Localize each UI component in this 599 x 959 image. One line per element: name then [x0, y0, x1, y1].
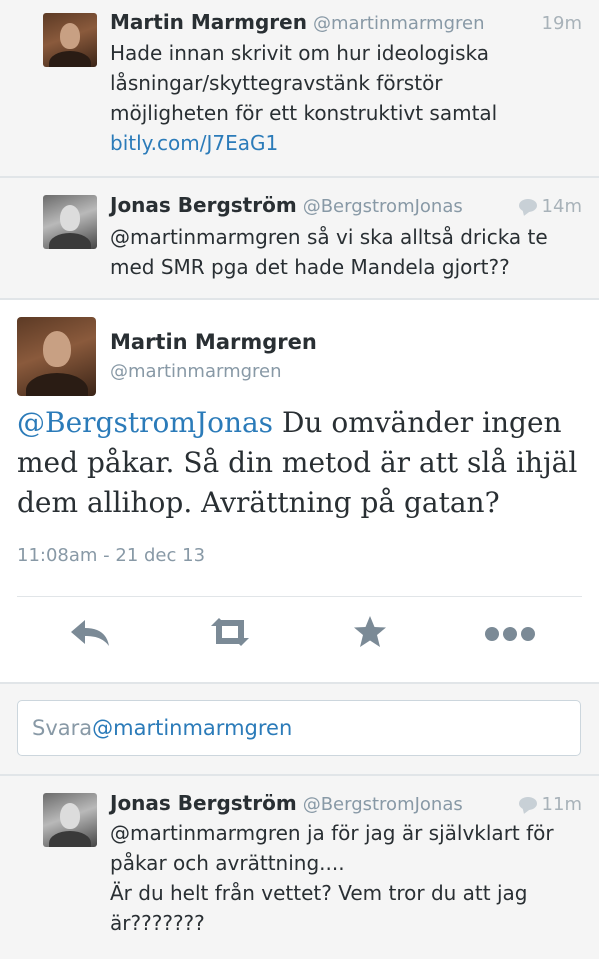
avatar[interactable] [43, 13, 97, 67]
favorite-button[interactable] [347, 612, 393, 652]
tweet-body: Hade innan skrivit om hur ideologiska lå… [110, 41, 498, 125]
author-name[interactable]: Martin Marmgren [110, 330, 317, 354]
avatar[interactable] [43, 195, 97, 249]
author-handle: @BergstromJonas [302, 794, 463, 815]
tweet-time-value: 11m [541, 794, 582, 815]
tweet-author: Jonas Bergström @BergstromJonas [110, 791, 463, 815]
tweet-text: Hade innan skrivit om hur ideologiska lå… [110, 38, 584, 158]
author-name: Jonas Bergström [110, 791, 297, 815]
reply-icon [71, 620, 109, 646]
avatar[interactable] [17, 317, 96, 396]
author-handle[interactable]: @martinmarmgren [110, 361, 282, 382]
author-handle: @martinmarmgren [312, 13, 485, 34]
tweet-item[interactable]: Jonas Bergström @BergstromJonas 11m @mart… [0, 776, 599, 959]
conversation-icon [518, 796, 537, 810]
focused-tweet: Martin Marmgren @martinmarmgren @Bergstr… [0, 300, 599, 682]
author-name: Jonas Bergström [110, 193, 297, 217]
tweet-item[interactable]: Jonas Bergström @BergstromJonas 14m @mart… [0, 178, 599, 298]
avatar[interactable] [43, 793, 97, 847]
author-handle: @BergstromJonas [302, 196, 463, 217]
favorite-icon [354, 616, 386, 647]
tweet-text: @martinmarmgren så vi ska alltså dricka … [110, 225, 548, 279]
more-icon [485, 627, 535, 641]
more-button[interactable] [484, 612, 535, 652]
tweet-time: 19m [541, 13, 582, 34]
retweet-button[interactable] [207, 612, 253, 652]
reply-button[interactable] [67, 612, 113, 652]
author-name: Martin Marmgren [110, 10, 307, 34]
reply-area: Svara@martinmarmgren [0, 684, 599, 774]
reply-mention: @martinmarmgren [92, 716, 293, 740]
tweet-link[interactable]: bitly.com/J7EaG1 [110, 131, 278, 155]
reply-placeholder: Svara [32, 716, 93, 740]
tweet-time: 11m [518, 794, 582, 815]
mention-link[interactable]: @BergstromJonas [17, 406, 273, 439]
conversation-icon [518, 198, 537, 212]
tweet-item[interactable]: Martin Marmgren @martinmarmgren 19m Hade … [0, 0, 599, 176]
tweet-timestamp: 11:08am - 21 dec 13 [17, 545, 206, 566]
tweet-text: @martinmarmgren ja för jag är självklart… [110, 821, 554, 935]
tweet-author: Jonas Bergström @BergstromJonas [110, 193, 463, 217]
tweet-author: Martin Marmgren @martinmarmgren [110, 10, 485, 34]
reply-input[interactable]: Svara@martinmarmgren [17, 700, 581, 756]
divider [17, 596, 582, 597]
retweet-icon [211, 618, 249, 646]
tweet-text: @BergstromJonas Du omvänder ingen med på… [17, 403, 587, 523]
tweet-time-value: 14m [541, 196, 582, 217]
tweet-time: 14m [518, 196, 582, 217]
